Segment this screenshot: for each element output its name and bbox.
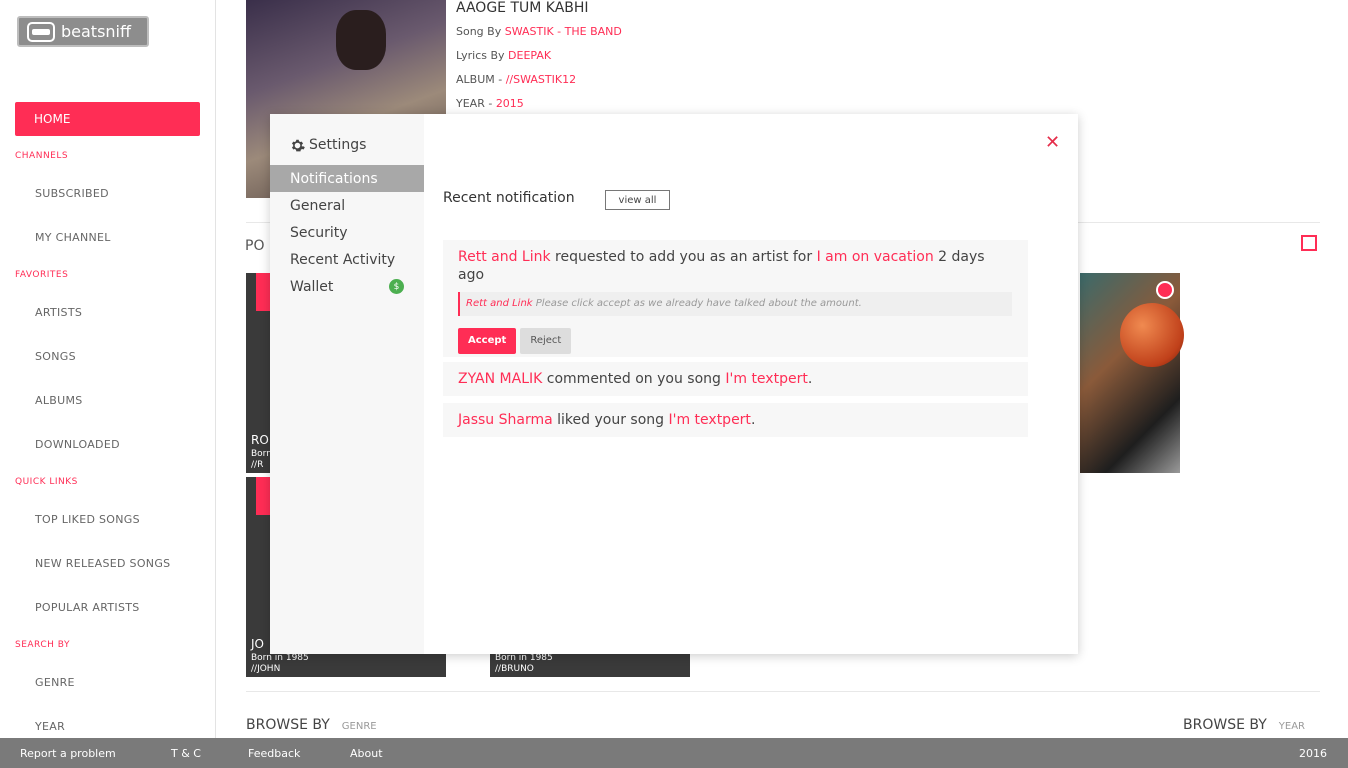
year-label: YEAR - [456,97,493,110]
browse-label: BROWSE BY [246,717,330,733]
nav-home[interactable]: HOME [15,102,200,136]
nav-year[interactable]: YEAR [35,720,65,733]
artist-born: Born in 1985 [251,653,309,663]
view-all-button[interactable]: view all [605,190,670,210]
logo-text: beatsniff [61,22,132,41]
settings-title-text: Settings [309,137,367,153]
footer: Report a problem T & C Feedback About 20… [0,738,1348,768]
footer-tc-link[interactable]: T & C [171,747,201,760]
nav-downloaded[interactable]: DOWNLOADED [35,438,120,451]
section-search-by: SEARCH BY [15,640,70,650]
recent-notification-label: Recent notification [443,190,575,206]
notification-end: . [807,371,813,387]
notification-item: Jassu Sharma liked your song I'm textper… [443,403,1028,437]
footer-report-link[interactable]: Report a problem [20,747,116,760]
notification-item: ZYAN MALIK commented on you song I'm tex… [443,362,1028,396]
artist-handle: //BRUNO [495,664,534,674]
browse-by-year[interactable]: BROWSE BY YEAR [1183,717,1305,733]
reject-button[interactable]: Reject [520,328,572,354]
artist-name: RO [251,433,269,447]
gear-icon [291,139,305,151]
settings-tab-notifications[interactable]: Notifications [270,165,424,192]
footer-feedback-link[interactable]: Feedback [248,747,300,760]
song-title: AAOGE TUM KABHI [456,0,589,16]
song-info: AAOGE TUM KABHI Song By SWASTIK - THE BA… [456,0,622,116]
artist-handle: //JOHN [251,664,281,674]
song-by-link[interactable]: SWASTIK - THE BAND [505,25,622,38]
heart-icon[interactable] [1156,281,1174,299]
nav-new-released[interactable]: NEW RELEASED SONGS [35,557,170,570]
accept-button[interactable]: Accept [458,328,517,354]
album-link[interactable]: //SWASTIK12 [506,73,576,86]
close-button[interactable]: ✕ [1045,132,1060,153]
notification-item: Rett and Link requested to add you as an… [443,240,1028,357]
notification-actor[interactable]: Jassu Sharma [458,412,553,428]
artist-card-image[interactable] [1080,273,1184,473]
nav-songs[interactable]: SONGS [35,350,76,363]
browse-by-genre[interactable]: BROWSE BY GENRE [246,717,377,733]
nav-genre[interactable]: GENRE [35,676,75,689]
wallet-label: Wallet [290,278,334,295]
settings-modal: Settings Notifications General Security … [270,114,1078,654]
browse-label: BROWSE BY [1183,717,1267,733]
artist-born: Born in 1985 [495,653,553,663]
nav-popular-artists[interactable]: POPULAR ARTISTS [35,601,140,614]
nav-subscribed[interactable]: SUBSCRIBED [35,187,109,200]
logo[interactable]: beatsniff [17,16,149,47]
notification-message: Rett and Link Please click accept as we … [458,292,1012,316]
notification-text: requested to add you as an artist for [550,249,817,265]
browse-genre[interactable]: GENRE [342,721,377,732]
footer-about-link[interactable]: About [350,747,383,760]
settings-tab-wallet[interactable]: Wallet $ [270,273,424,300]
nav-top-liked[interactable]: TOP LIKED SONGS [35,513,140,526]
album-label: ALBUM - [456,73,503,86]
notification-target[interactable]: I am on vacation [817,249,934,265]
notification-actor[interactable]: Rett and Link [458,249,551,265]
nav-my-channel[interactable]: MY CHANNEL [35,231,111,244]
quote-actor: Rett and Link [466,298,533,309]
quote-text: Please click accept as we already have t… [532,298,862,309]
basketball-image [1120,303,1184,367]
section-channels: CHANNELS [15,151,69,161]
notification-text: commented on you song [542,371,726,387]
artist-name: JO [251,637,264,651]
section-quick-links: QUICK LINKS [15,477,78,487]
popular-label: PO [245,238,265,254]
notification-target[interactable]: I'm textpert [725,371,807,387]
logo-icon [27,21,55,42]
nav-albums[interactable]: ALBUMS [35,394,83,407]
divider [246,691,1320,692]
settings-tab-recent-activity[interactable]: Recent Activity [270,246,424,273]
notification-text: liked your song [552,412,669,428]
notification-end: . [750,412,756,428]
notification-actor[interactable]: ZYAN MALIK [458,371,542,387]
external-link-icon[interactable] [1301,235,1317,251]
sidebar: beatsniff HOME CHANNELS SUBSCRIBED MY CH… [0,0,216,738]
artist-born: Born [251,449,272,459]
lyrics-label: Lyrics By [456,49,505,62]
section-favorites: FAVORITES [15,270,69,280]
settings-tab-general[interactable]: General [270,192,424,219]
settings-tab-security[interactable]: Security [270,219,424,246]
artist-handle: //R [251,460,264,470]
song-by-label: Song By [456,25,502,38]
lyrics-link[interactable]: DEEPAK [508,49,551,62]
rank-ribbon [256,477,270,515]
notification-target[interactable]: I'm textpert [668,412,750,428]
footer-year: 2016 [1299,746,1327,760]
rank-ribbon [256,273,270,311]
nav-artists[interactable]: ARTISTS [35,306,82,319]
settings-title: Settings [290,137,366,153]
dollar-icon: $ [389,279,404,294]
year-link[interactable]: 2015 [496,97,524,110]
browse-year[interactable]: YEAR [1279,721,1305,732]
